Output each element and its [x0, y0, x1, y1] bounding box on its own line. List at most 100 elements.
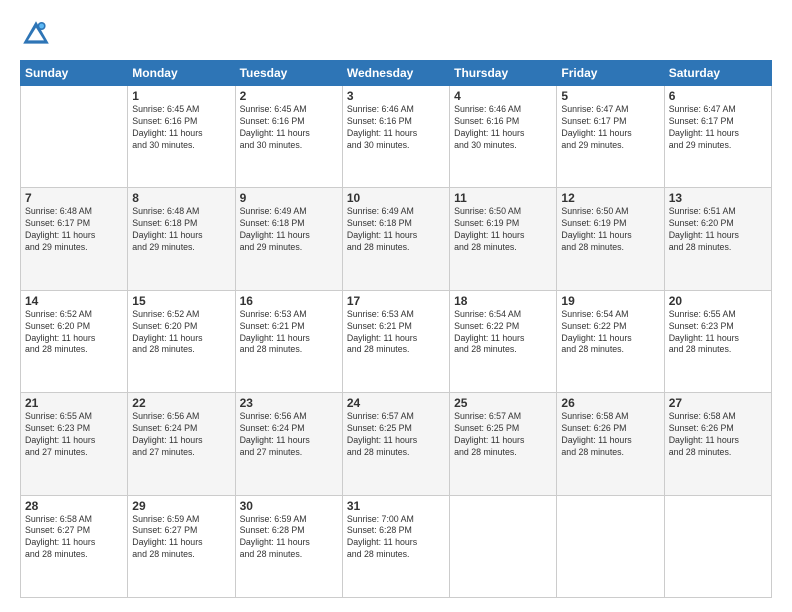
calendar-cell: 10Sunrise: 6:49 AM Sunset: 6:18 PM Dayli… [342, 188, 449, 290]
day-info: Sunrise: 6:56 AM Sunset: 6:24 PM Dayligh… [132, 411, 230, 459]
calendar-cell: 25Sunrise: 6:57 AM Sunset: 6:25 PM Dayli… [450, 393, 557, 495]
day-info: Sunrise: 6:47 AM Sunset: 6:17 PM Dayligh… [561, 104, 659, 152]
day-number: 15 [132, 294, 230, 308]
day-number: 22 [132, 396, 230, 410]
day-number: 17 [347, 294, 445, 308]
calendar-cell [557, 495, 664, 597]
calendar-cell: 26Sunrise: 6:58 AM Sunset: 6:26 PM Dayli… [557, 393, 664, 495]
day-info: Sunrise: 6:52 AM Sunset: 6:20 PM Dayligh… [132, 309, 230, 357]
calendar-cell: 18Sunrise: 6:54 AM Sunset: 6:22 PM Dayli… [450, 290, 557, 392]
calendar-cell: 11Sunrise: 6:50 AM Sunset: 6:19 PM Dayli… [450, 188, 557, 290]
calendar-cell: 22Sunrise: 6:56 AM Sunset: 6:24 PM Dayli… [128, 393, 235, 495]
calendar-cell: 30Sunrise: 6:59 AM Sunset: 6:28 PM Dayli… [235, 495, 342, 597]
calendar-cell: 7Sunrise: 6:48 AM Sunset: 6:17 PM Daylig… [21, 188, 128, 290]
day-number: 11 [454, 191, 552, 205]
day-info: Sunrise: 6:59 AM Sunset: 6:28 PM Dayligh… [240, 514, 338, 562]
day-info: Sunrise: 6:49 AM Sunset: 6:18 PM Dayligh… [347, 206, 445, 254]
day-info: Sunrise: 6:56 AM Sunset: 6:24 PM Dayligh… [240, 411, 338, 459]
day-info: Sunrise: 6:54 AM Sunset: 6:22 PM Dayligh… [454, 309, 552, 357]
page: SundayMondayTuesdayWednesdayThursdayFrid… [0, 0, 792, 612]
day-header-wednesday: Wednesday [342, 61, 449, 86]
calendar-cell: 15Sunrise: 6:52 AM Sunset: 6:20 PM Dayli… [128, 290, 235, 392]
day-number: 30 [240, 499, 338, 513]
calendar-cell: 6Sunrise: 6:47 AM Sunset: 6:17 PM Daylig… [664, 86, 771, 188]
day-number: 25 [454, 396, 552, 410]
day-number: 23 [240, 396, 338, 410]
day-number: 10 [347, 191, 445, 205]
week-row-3: 14 Sunrise: 6:52 AM Sunset: 6:20 PM Dayli… [21, 290, 772, 392]
day-number: 9 [240, 191, 338, 205]
day-info: Sunrise: 6:49 AM Sunset: 6:18 PM Dayligh… [240, 206, 338, 254]
day-info: Sunrise: 6:47 AM Sunset: 6:17 PM Dayligh… [669, 104, 767, 152]
day-info: Sunrise: 6:45 AM Sunset: 6:16 PM Dayligh… [132, 104, 230, 152]
calendar-cell: 19Sunrise: 6:54 AM Sunset: 6:22 PM Dayli… [557, 290, 664, 392]
day-header-monday: Monday [128, 61, 235, 86]
calendar-cell: 28Sunrise: 6:58 AM Sunset: 6:27 PM Dayli… [21, 495, 128, 597]
calendar-cell: 20Sunrise: 6:55 AM Sunset: 6:23 PM Dayli… [664, 290, 771, 392]
day-number: 28 [25, 499, 123, 513]
day-number: 4 [454, 89, 552, 103]
day-number: 21 [25, 396, 123, 410]
calendar-header-row: SundayMondayTuesdayWednesdayThursdayFrid… [21, 61, 772, 86]
calendar-cell: 1Sunrise: 6:45 AM Sunset: 6:16 PM Daylig… [128, 86, 235, 188]
day-number: 13 [669, 191, 767, 205]
calendar-cell: 3Sunrise: 6:46 AM Sunset: 6:16 PM Daylig… [342, 86, 449, 188]
day-number: 8 [132, 191, 230, 205]
calendar-cell: 21Sunrise: 6:55 AM Sunset: 6:23 PM Dayli… [21, 393, 128, 495]
day-info: Sunrise: 6:59 AM Sunset: 6:27 PM Dayligh… [132, 514, 230, 562]
day-number: 19 [561, 294, 659, 308]
calendar-table: SundayMondayTuesdayWednesdayThursdayFrid… [20, 60, 772, 598]
day-info: Sunrise: 7:00 AM Sunset: 6:28 PM Dayligh… [347, 514, 445, 562]
day-number: 31 [347, 499, 445, 513]
day-info: Sunrise: 6:50 AM Sunset: 6:19 PM Dayligh… [454, 206, 552, 254]
day-number: 5 [561, 89, 659, 103]
day-info: Sunrise: 6:54 AM Sunset: 6:22 PM Dayligh… [561, 309, 659, 357]
day-number: 12 [561, 191, 659, 205]
day-number: 3 [347, 89, 445, 103]
day-info: Sunrise: 6:58 AM Sunset: 6:26 PM Dayligh… [561, 411, 659, 459]
calendar-cell: 9Sunrise: 6:49 AM Sunset: 6:18 PM Daylig… [235, 188, 342, 290]
week-row-4: 21Sunrise: 6:55 AM Sunset: 6:23 PM Dayli… [21, 393, 772, 495]
calendar-cell: 29Sunrise: 6:59 AM Sunset: 6:27 PM Dayli… [128, 495, 235, 597]
day-info: Sunrise: 6:58 AM Sunset: 6:27 PM Dayligh… [25, 514, 123, 562]
calendar-cell: 24Sunrise: 6:57 AM Sunset: 6:25 PM Dayli… [342, 393, 449, 495]
week-row-2: 7Sunrise: 6:48 AM Sunset: 6:17 PM Daylig… [21, 188, 772, 290]
day-info: Sunrise: 6:46 AM Sunset: 6:16 PM Dayligh… [347, 104, 445, 152]
day-number: 26 [561, 396, 659, 410]
day-info: Sunrise: 6:46 AM Sunset: 6:16 PM Dayligh… [454, 104, 552, 152]
day-number: 20 [669, 294, 767, 308]
day-number: 6 [669, 89, 767, 103]
day-header-friday: Friday [557, 61, 664, 86]
day-info: Sunrise: 6:55 AM Sunset: 6:23 PM Dayligh… [25, 411, 123, 459]
day-info: Sunrise: 6:57 AM Sunset: 6:25 PM Dayligh… [454, 411, 552, 459]
day-header-sunday: Sunday [21, 61, 128, 86]
day-info: Sunrise: 6:51 AM Sunset: 6:20 PM Dayligh… [669, 206, 767, 254]
calendar-cell [450, 495, 557, 597]
week-row-5: 28Sunrise: 6:58 AM Sunset: 6:27 PM Dayli… [21, 495, 772, 597]
calendar-cell: 2Sunrise: 6:45 AM Sunset: 6:16 PM Daylig… [235, 86, 342, 188]
day-info: Sunrise: 6:55 AM Sunset: 6:23 PM Dayligh… [669, 309, 767, 357]
week-row-1: 1Sunrise: 6:45 AM Sunset: 6:16 PM Daylig… [21, 86, 772, 188]
day-number: 2 [240, 89, 338, 103]
day-info: Sunrise: 6:58 AM Sunset: 6:26 PM Dayligh… [669, 411, 767, 459]
calendar-cell: 12Sunrise: 6:50 AM Sunset: 6:19 PM Dayli… [557, 188, 664, 290]
day-number: 16 [240, 294, 338, 308]
day-number: 14 [25, 294, 123, 308]
logo [20, 18, 56, 50]
calendar-cell [21, 86, 128, 188]
day-header-tuesday: Tuesday [235, 61, 342, 86]
day-number: 1 [132, 89, 230, 103]
day-number: 18 [454, 294, 552, 308]
calendar-cell: 17Sunrise: 6:53 AM Sunset: 6:21 PM Dayli… [342, 290, 449, 392]
calendar-cell: 13Sunrise: 6:51 AM Sunset: 6:20 PM Dayli… [664, 188, 771, 290]
calendar-cell: 4Sunrise: 6:46 AM Sunset: 6:16 PM Daylig… [450, 86, 557, 188]
logo-icon [20, 18, 52, 50]
day-number: 27 [669, 396, 767, 410]
calendar-cell [664, 495, 771, 597]
header [20, 18, 772, 50]
day-number: 7 [25, 191, 123, 205]
calendar-cell: 8Sunrise: 6:48 AM Sunset: 6:18 PM Daylig… [128, 188, 235, 290]
calendar-cell: 5Sunrise: 6:47 AM Sunset: 6:17 PM Daylig… [557, 86, 664, 188]
calendar-cell: 14Sunrise: 6:52 AM Sunset: 6:20 PM Dayli… [21, 290, 128, 392]
day-header-thursday: Thursday [450, 61, 557, 86]
